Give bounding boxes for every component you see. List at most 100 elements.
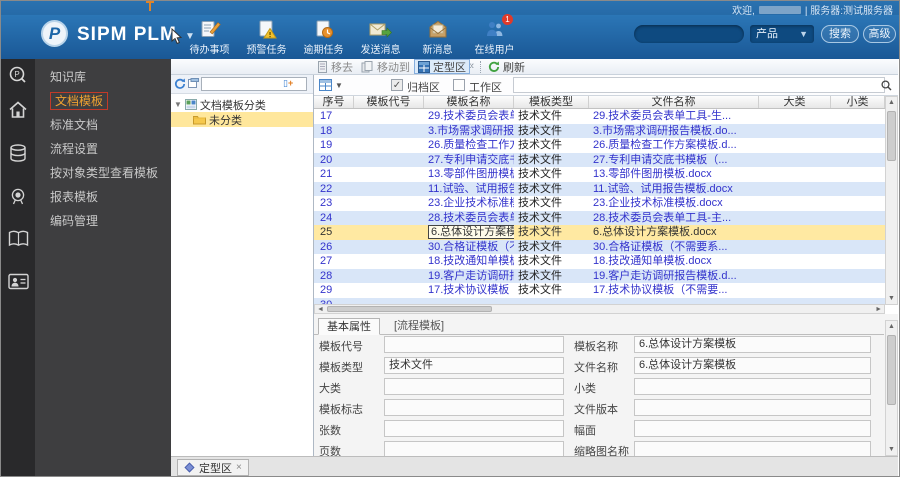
detail-vertical-scrollbar[interactable]: ▲ ▼	[885, 320, 898, 456]
table-row[interactable]: 24 28.技术委员会表单工具-主... 技术文件 28.技术委员会表单工具-主...	[314, 210, 885, 225]
global-search-input[interactable]	[634, 25, 744, 43]
tree-root-label: 文档模板分类	[199, 99, 266, 112]
column-header-0[interactable]: 序号	[314, 96, 354, 108]
finalized-area-button[interactable]: 定型区	[414, 59, 470, 74]
table-horizontal-scrollbar[interactable]: ◄ ►	[314, 304, 885, 314]
column-header-5[interactable]: 大类	[759, 96, 831, 108]
tree-add-icon[interactable]: +	[288, 78, 293, 88]
move-to-button[interactable]: 移动到	[361, 60, 410, 74]
scroll-thumb[interactable]	[887, 335, 896, 405]
tree-node-unclassified[interactable]: 未分类	[171, 112, 313, 127]
scroll-left-icon[interactable]: ◄	[317, 305, 324, 314]
tab-process-template[interactable]: [流程模板]	[386, 318, 452, 335]
app-logo-icon: P	[41, 20, 68, 47]
table-row[interactable]: 18 3.市场需求调研报告模板技术文件 3.市场需求调研报告模板.do...	[314, 123, 885, 138]
field-value[interactable]	[634, 441, 871, 456]
table-vertical-scrollbar[interactable]: ▲ ▼	[885, 96, 898, 305]
scroll-thumb[interactable]	[327, 306, 492, 312]
sidebar-item-label: 流程设置	[50, 142, 99, 156]
table-row[interactable]: 22 11.试验、试用报告模板技术文件 11.试验、试用报告模板.docx	[314, 181, 885, 196]
nav-new-message[interactable]: 新消息	[409, 17, 466, 56]
detail-form: 模板代号 模板名称 6.总体设计方案模板 模板类型 技术文件 文件名称 6.总体设计方案模板…	[314, 336, 884, 456]
focused-cell-value[interactable]: 6.总体设计方案模板	[428, 225, 514, 239]
archive-checkbox[interactable]: ✓	[391, 79, 403, 91]
table-row[interactable]: 19 26.质量检查工作方案模板技术文件 26.质量检查工作方案模板.d...	[314, 138, 885, 153]
nav-send-message[interactable]: 发送消息	[352, 17, 409, 56]
table-row[interactable]: 21 13.零部件图册模板 技术文件 13.零部件图册模板.docx	[314, 167, 885, 182]
table-row[interactable]: 27 18.技改通知单模板 技术文件 18.技改通知单模板.docx	[314, 254, 885, 269]
table-row[interactable]: 20 27.专利申请交底书模板（... 技术文件 27.专利申请交底书模板（...	[314, 152, 885, 167]
sidebar-item-5[interactable]: 报表模板	[35, 185, 171, 209]
advanced-search-button[interactable]: 高级	[863, 25, 896, 43]
cell-code	[354, 269, 424, 284]
sidebar-item-1[interactable]: 文档模板	[35, 89, 171, 113]
table-row[interactable]: 25 6.总体设计方案模板技术文件 6.总体设计方案模板.docx	[314, 225, 885, 240]
field-value[interactable]: 6.总体设计方案模板	[634, 357, 871, 374]
field-value[interactable]: 6.总体设计方案模板	[634, 336, 871, 353]
scroll-down-icon[interactable]: ▼	[886, 295, 897, 302]
search-button[interactable]: 搜索	[821, 25, 859, 43]
nav-warning-task[interactable]: 预警任务	[238, 17, 295, 56]
nav-overdue-task[interactable]: 逾期任务	[295, 17, 352, 56]
book-icon[interactable]	[1, 227, 35, 251]
scroll-up-icon[interactable]: ▲	[886, 99, 897, 106]
database-icon[interactable]	[1, 141, 35, 165]
sidebar-item-label: 按对象类型查看模板	[50, 166, 159, 180]
tree-refresh-icon[interactable]	[174, 78, 186, 90]
column-header-1[interactable]: 模板代号	[354, 96, 424, 108]
sidebar-item-2[interactable]: 标准文档	[35, 113, 171, 137]
remove-button[interactable]: 移去	[317, 60, 353, 74]
field-value[interactable]	[634, 420, 871, 437]
tab-basic-properties[interactable]: 基本属性	[318, 318, 380, 335]
scroll-thumb[interactable]	[887, 111, 896, 161]
id-card-icon[interactable]	[1, 269, 35, 293]
todo-icon	[199, 17, 221, 39]
tree-settings-icon[interactable]	[188, 78, 199, 89]
table-row[interactable]: 29 17.技术协议模板（不需要... 技术文件 17.技术协议模板（不需要...	[314, 283, 885, 298]
cell-seq: 29	[320, 284, 333, 296]
column-header-6[interactable]: 小类	[831, 96, 885, 108]
table-row[interactable]: 26 30.合格证模板（不需要系... 技术文件 30.合格证模板（不需要系...	[314, 239, 885, 254]
sidebar-item-label: 报表模板	[50, 190, 99, 204]
refresh-button[interactable]: 刷新	[488, 60, 525, 74]
column-header-3[interactable]: 模板类型	[514, 96, 589, 108]
scroll-up-icon[interactable]: ▲	[886, 323, 897, 330]
table-row[interactable]: 28 19.客户走访调研报告模板技术文件 19.客户走访调研报告模板.d...	[314, 268, 885, 284]
home-icon[interactable]	[1, 97, 35, 121]
view-caret-icon[interactable]: ▼	[335, 81, 343, 90]
field-label: 文件名称	[574, 362, 618, 374]
cell-type: 技术文件	[518, 153, 562, 166]
sidebar-item-4[interactable]: 按对象类型查看模板	[35, 161, 171, 185]
nav-online-users[interactable]: 在线用户 1	[466, 14, 523, 56]
field-value[interactable]	[634, 399, 871, 416]
broadcast-icon[interactable]	[1, 184, 35, 208]
cell-type: 技术文件	[518, 226, 562, 238]
column-header-2[interactable]: 模板名称	[424, 96, 514, 108]
nav-todo[interactable]: 待办事项	[181, 17, 238, 56]
tree-node-root[interactable]: ▼ 文档模板分类	[171, 97, 313, 112]
search-category-select[interactable]: 产品 ▼	[750, 25, 814, 43]
field-value[interactable]	[634, 378, 871, 395]
tree-expand-caret-icon[interactable]: ▼	[174, 100, 182, 109]
column-header-4[interactable]: 文件名称	[589, 96, 759, 108]
close-icon[interactable]: ×	[236, 462, 242, 473]
username-redacted	[758, 5, 801, 14]
scroll-down-icon[interactable]: ▼	[886, 446, 897, 453]
table-header-row: 序号 模板代号 模板名称 模板类型 文件名称 大类 小类	[314, 96, 885, 109]
cell-seq: 17	[320, 110, 333, 122]
badge-count: 1	[502, 14, 513, 25]
table-row[interactable]: 17 29.技术委员会表单工具-生... 技术文件 29.技术委员会表单工具-生...	[314, 109, 885, 124]
search-icon[interactable]	[881, 80, 892, 91]
sidebar-item-0[interactable]: 知识库	[35, 65, 171, 89]
table-search-input[interactable]	[513, 77, 885, 93]
finalized-area-tab[interactable]: 定型区 ×	[177, 459, 249, 476]
cell-seq: 22	[320, 182, 333, 195]
sidebar-item-6[interactable]: 编码管理	[35, 209, 171, 233]
warning-task-icon	[257, 17, 277, 39]
sidebar-item-3[interactable]: 流程设置	[35, 137, 171, 161]
table-row[interactable]: 23 23.企业技术标准模板技术文件 23.企业技术标准模板.docx	[314, 196, 885, 211]
sipm-logo-icon[interactable]: P	[1, 63, 35, 87]
workspace-checkbox[interactable]	[453, 79, 465, 91]
scroll-right-icon[interactable]: ►	[875, 305, 882, 314]
view-grid-icon[interactable]	[319, 79, 332, 91]
